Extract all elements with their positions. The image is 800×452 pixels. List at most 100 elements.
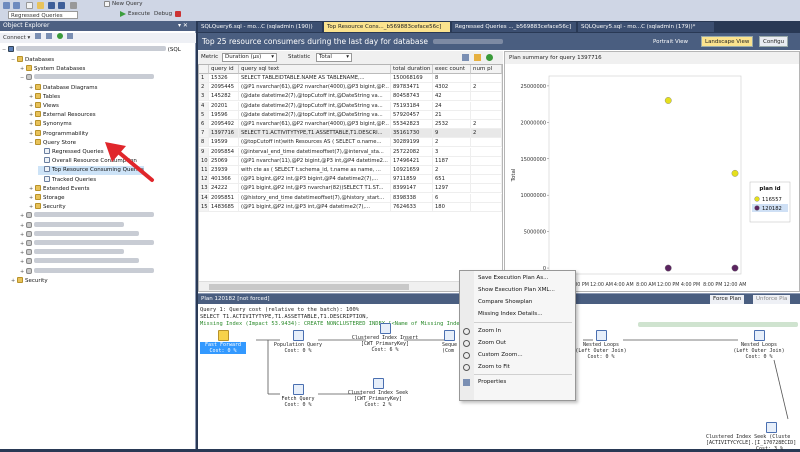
database-node[interactable]: +	[20, 258, 139, 267]
context-menu-item[interactable]: Missing Index Details...	[460, 309, 575, 320]
table-cell: 1397716	[209, 129, 239, 139]
portrait-view-button[interactable]: Portrait View	[649, 36, 693, 47]
configure-button[interactable]: Configu	[759, 36, 789, 47]
refresh-report-icon[interactable]	[486, 54, 493, 61]
context-menu-item[interactable]: Custom Zoom...	[460, 350, 575, 361]
chart-view-icon[interactable]	[474, 54, 481, 61]
landscape-view-button[interactable]: Landscape View	[701, 36, 754, 47]
grid-column-header[interactable]: num pl	[471, 65, 502, 74]
database-node[interactable]: +	[20, 240, 154, 249]
connect-dropdown-icon[interactable]: ▾	[28, 35, 33, 41]
tree-item[interactable]: + External Resources	[29, 111, 96, 120]
table-row[interactable]: 6 2095492 (@P1 nvarchar(61),@P2 nvarchar(4…	[199, 120, 502, 129]
grid-horizontal-scrollbar[interactable]	[199, 281, 502, 291]
op-clustered-index-seek[interactable]: Clustered Index Seek [CWT_PrimaryKey] Co…	[338, 378, 418, 408]
table-row[interactable]: 1 15326 SELECT TABLEIDTABLE.NAME AS TABLEN…	[199, 74, 502, 83]
tree-item[interactable]: + Storage	[29, 194, 65, 203]
op-fast-forward[interactable]: Fast Forward Cost: 0 %	[200, 330, 246, 354]
database-node[interactable]: −	[20, 74, 154, 83]
context-menu-item[interactable]: Properties	[460, 377, 575, 388]
debug-button[interactable]: Debug	[154, 10, 172, 18]
undo-icon[interactable]	[70, 2, 77, 9]
execute-button[interactable]: Execute	[128, 10, 150, 18]
new-file-icon[interactable]	[26, 2, 33, 9]
op-clustered-index-insert[interactable]: Clustered Index Insert [CWT_PrimaryKey] …	[343, 323, 427, 353]
forward-icon[interactable]	[13, 2, 20, 9]
tree-item[interactable]: + Database Diagrams	[29, 83, 97, 93]
tab-3[interactable]: Regressed Queries ..._b569883ceface56c]	[452, 22, 576, 32]
database-node[interactable]: +	[20, 230, 139, 240]
new-query-button[interactable]: New Query	[112, 0, 142, 8]
table-cell: (@P1 nvarchar(61),@P2 nvarchar(4000),@P3…	[239, 83, 391, 93]
back-icon[interactable]	[3, 2, 10, 9]
tree-item[interactable]: Tracked Queries	[38, 175, 96, 185]
open-icon[interactable]	[37, 2, 44, 9]
context-menu-item[interactable]: Show Execution Plan XML...	[460, 285, 575, 296]
table-row[interactable]: 11 23939 with cte as ( SELECT t.schema_id,…	[199, 166, 502, 175]
op-nested-loops-1[interactable]: Nested Loops (Left Outer Join) Cost: 0 %	[570, 330, 632, 360]
save-icon[interactable]	[48, 2, 55, 9]
table-row[interactable]: 4 20201 (@date datetime2(7),@topCutoff int…	[199, 101, 502, 111]
refresh-icon[interactable]	[56, 33, 63, 39]
context-menu-item[interactable]: Zoom to Fit	[460, 362, 575, 373]
context-menu-item[interactable]: Save Execution Plan As...	[460, 273, 575, 284]
save-all-icon[interactable]	[58, 2, 65, 9]
database-node[interactable]: +	[20, 221, 124, 231]
grid-column-header[interactable]: total duration	[391, 65, 433, 74]
table-row[interactable]: 2 2095445 (@P1 nvarchar(61),@P2 nvarchar(4…	[199, 83, 502, 93]
connect-button[interactable]: Connect	[3, 35, 26, 41]
table-row[interactable]: 3 145282 (@date datetime2(7),@topCutoff in…	[199, 92, 502, 102]
table-row[interactable]: 12 401366 (@P1 bigint,@P2 int,@P3 bigint,@…	[199, 175, 502, 185]
tree-item[interactable]: − Databases	[11, 56, 54, 65]
stop-icon[interactable]	[175, 11, 181, 17]
table-row[interactable]: 8 19599 (@topCutoff int)with Resources AS …	[199, 138, 502, 148]
table-cell: 25722082	[391, 147, 433, 157]
regressed-queries-dropdown[interactable]: Regressed Queries	[8, 11, 78, 19]
table-row[interactable]: 9 2095854 (@interval_end_time datetimeoffs…	[199, 147, 502, 157]
disconnect-icon[interactable]	[35, 33, 42, 39]
statistic-dropdown[interactable]: Total ▾	[316, 53, 352, 62]
grid-view-icon[interactable]	[462, 54, 469, 61]
table-cell: 24222	[209, 184, 239, 194]
tree-item[interactable]: + Tables	[29, 92, 60, 102]
tree-item[interactable]: + Programmability	[29, 129, 88, 139]
tab-4[interactable]: SQLQuery5.sql - mo...C (sqladmin (179))*	[578, 22, 714, 32]
tab-1[interactable]: SQLQuery6.sql - mo...C (sqladmin (190))	[198, 22, 322, 32]
metric-dropdown[interactable]: Duration (µs) ▾	[222, 53, 277, 62]
table-row[interactable]: 13 24222 (@P1 bigint,@P2 int,@P3 nvarchar(…	[199, 184, 502, 194]
tree-item[interactable]: + System Databases	[20, 65, 85, 74]
activity-monitor-icon[interactable]	[67, 33, 74, 39]
pin-icon[interactable]: ▾ ✕	[178, 22, 188, 29]
tree-item[interactable]: + Synonyms	[29, 120, 72, 129]
server-node[interactable]: − (SQL	[2, 46, 181, 55]
table-row[interactable]: 15 1483685 (@P1 bigint,@P2 int,@P3 int,@P4…	[199, 202, 502, 212]
table-row[interactable]: 7 1397716 SELECT T1.ACTIVITYTYPE,T1.ASSETT…	[199, 129, 502, 139]
grid-column-header[interactable]: exec count	[433, 65, 471, 74]
context-menu-item[interactable]: Zoom Out	[460, 338, 575, 349]
op-population-query[interactable]: Population Query Cost: 0 %	[268, 330, 328, 354]
context-menu-item[interactable]: Zoom In	[460, 326, 575, 337]
tree-item[interactable]: + Views	[29, 102, 59, 111]
tree-item[interactable]: + Security	[11, 276, 48, 286]
table-cell	[471, 202, 502, 212]
filter-icon[interactable]	[45, 33, 52, 39]
tab-2[interactable]: Top Resource Cons..._b569883ceface56c]	[324, 22, 450, 32]
database-node[interactable]: +	[20, 249, 124, 258]
plan-summary-chart[interactable]: 2500000020000000150000001000000050000000…	[505, 64, 799, 292]
database-node[interactable]: +	[20, 212, 154, 221]
op-fetch-query[interactable]: Fetch Query Cost: 0 %	[268, 384, 328, 408]
grid-column-header[interactable]: query sql text	[239, 65, 391, 74]
tree-item[interactable]: + Extended Events	[29, 184, 90, 194]
table-row[interactable]: 5 19596 (@date datetime2(7),@topCutoff int…	[199, 110, 502, 120]
table-row[interactable]: 10 25069 (@P1 nvarchar(11),@P2 bigint,@P3 …	[199, 156, 502, 166]
database-node[interactable]: +	[20, 267, 154, 277]
table-row[interactable]: 14 2095851 (@history_end_time datetimeoffs…	[199, 193, 502, 203]
tree-item[interactable]: − Query Store	[29, 138, 76, 148]
context-menu-item[interactable]: Compare Showplan	[460, 297, 575, 308]
grid-column-header[interactable]: query id	[209, 65, 239, 74]
tree-item[interactable]: + Security	[29, 203, 66, 212]
scrollbar-thumb[interactable]	[209, 284, 409, 290]
tree-item[interactable]: Regressed Queries	[38, 148, 104, 157]
op-nested-loops-2[interactable]: Nested Loops (Left Outer Join) Cost: 0 %	[726, 330, 792, 360]
op-clustered-index-seek-2[interactable]: Clustered Index Seek (Cluste [ACTIVITYCY…	[706, 422, 800, 452]
